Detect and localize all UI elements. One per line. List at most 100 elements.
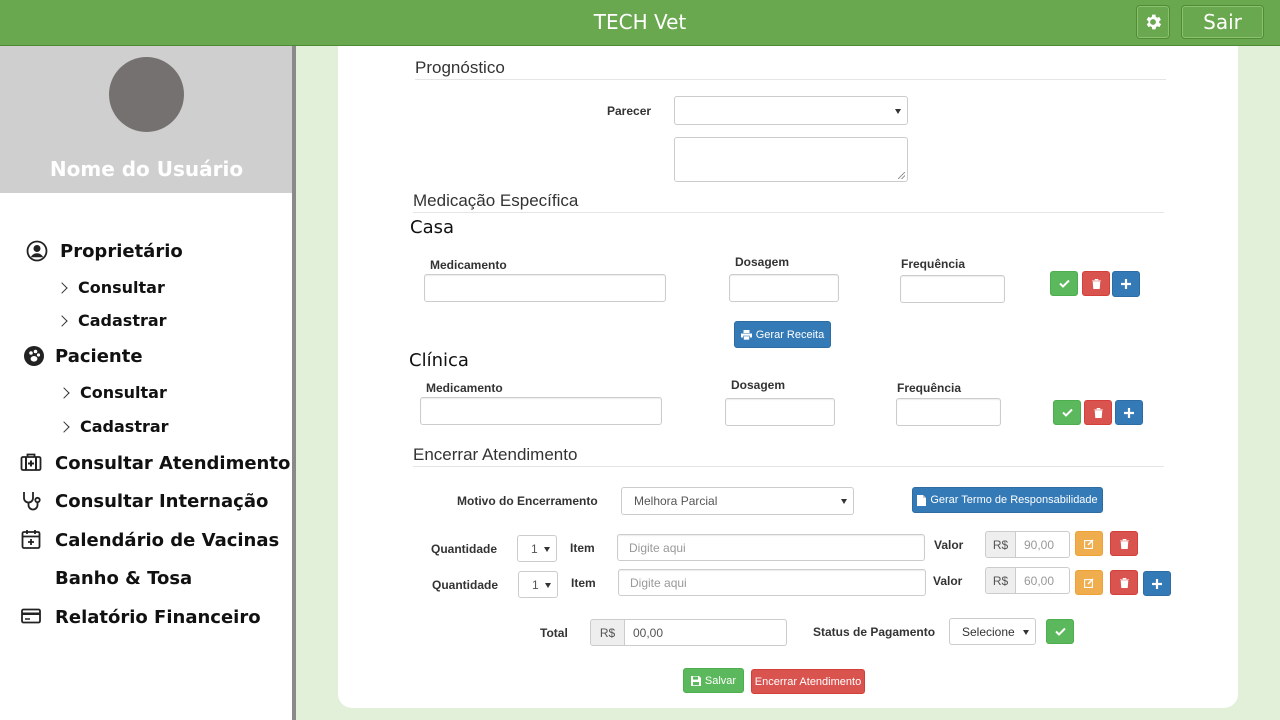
clinic-frequency-input[interactable] [896, 398, 1001, 426]
generate-prescription-button[interactable]: Gerar Receita [734, 321, 831, 348]
resize-handle-icon[interactable] [898, 172, 905, 179]
logout-button[interactable]: Sair [1181, 5, 1264, 39]
home-dosage-input[interactable] [729, 274, 839, 302]
quantity-select[interactable]: 1 [517, 535, 557, 562]
sidebar-item-vaccines[interactable]: Calendário de Vacinas [55, 530, 279, 551]
sidebar-item-label: Cadastrar [78, 311, 167, 330]
sidebar-item-financial-report[interactable]: Relatório Financeiro [55, 607, 261, 628]
clinic-dosage-label: Dosagem [731, 378, 786, 392]
sidebar-item-owner-consult[interactable]: Consultar [56, 278, 165, 297]
sidebar-item-patient[interactable]: Paciente [55, 346, 143, 367]
sidebar-item-label: Consultar [78, 278, 165, 297]
generate-term-button[interactable]: Gerar Termo de Responsabilidade [912, 487, 1103, 513]
generate-term-label: Gerar Termo de Responsabilidade [930, 494, 1098, 506]
settings-button[interactable] [1136, 5, 1170, 39]
add-item-button[interactable] [1143, 571, 1171, 596]
chevron-down-icon [841, 499, 847, 504]
sidebar-item-patient-consult[interactable]: Consultar [58, 383, 167, 402]
clinic-add-button[interactable] [1115, 400, 1143, 425]
chevron-right-icon [56, 314, 68, 327]
check-icon [1058, 279, 1070, 288]
user-circle-icon [26, 240, 48, 262]
user-name: Nome do Usuário [49, 157, 244, 181]
chevron-down-icon [545, 582, 551, 588]
clinic-medication-title: Clínica [409, 350, 469, 371]
generate-prescription-label: Gerar Receita [755, 328, 825, 341]
user-panel: Nome do Usuário [0, 46, 293, 193]
sidebar-item-owner-register[interactable]: Cadastrar [56, 311, 167, 330]
check-icon [1061, 408, 1073, 417]
clinic-medicine-label: Medicamento [426, 381, 503, 395]
trash-icon [1091, 278, 1101, 289]
home-confirm-button[interactable] [1050, 271, 1078, 296]
sidebar-item-owner[interactable]: Proprietário [60, 241, 183, 262]
item-label: Item [571, 576, 596, 590]
gear-icon [1143, 12, 1163, 32]
value-input[interactable]: 60,00 [1016, 567, 1070, 594]
value-label: Valor [933, 574, 963, 588]
medication-title: Medicação Específica [413, 191, 579, 210]
confirm-payment-button[interactable] [1046, 619, 1074, 644]
home-frequency-input[interactable] [900, 275, 1005, 303]
save-button[interactable]: Salvar [683, 668, 744, 693]
edit-item-button[interactable] [1075, 531, 1103, 556]
sidebar-item-hospitalization[interactable]: Consultar Internação [55, 491, 268, 512]
floppy-disk-icon [690, 675, 701, 686]
total-label: Total [540, 626, 568, 640]
chevron-right-icon [58, 420, 70, 433]
payment-status-label: Status de Pagamento [813, 625, 936, 639]
closing-reason-select[interactable]: Melhora Parcial [621, 487, 854, 515]
check-icon [1054, 627, 1066, 636]
sidebar-item-grooming[interactable]: Banho & Tosa [55, 568, 192, 589]
credit-card-icon [20, 605, 42, 627]
sidebar: Nome do Usuário Proprietário Consultar C… [0, 46, 293, 720]
trash-icon [1093, 407, 1103, 418]
divider [413, 212, 1164, 213]
delete-item-button[interactable] [1110, 531, 1138, 556]
payment-status-select[interactable]: Selecione [949, 618, 1036, 645]
opinion-notes-textarea[interactable] [674, 137, 908, 182]
edit-icon [1084, 538, 1094, 549]
close-appointment-button[interactable]: Encerrar Atendimento [751, 669, 865, 694]
home-medicine-label: Medicamento [430, 258, 507, 272]
currency-addon: R$ [985, 567, 1016, 594]
sidebar-item-appointments[interactable]: Consultar Atendimento [55, 453, 290, 474]
item-input[interactable]: Digite aqui [617, 534, 925, 561]
delete-item-button[interactable] [1110, 570, 1138, 595]
home-medication-title: Casa [410, 217, 455, 238]
clinic-delete-button[interactable] [1084, 400, 1112, 425]
paw-icon [23, 345, 45, 367]
home-medicine-input[interactable] [424, 274, 666, 302]
sidebar-item-label: Consultar [80, 383, 167, 402]
chevron-down-icon [544, 546, 550, 552]
clinic-confirm-button[interactable] [1053, 400, 1081, 425]
plus-icon [1121, 279, 1131, 289]
trash-icon [1119, 577, 1129, 588]
calendar-plus-icon [20, 528, 42, 550]
quantity-select[interactable]: 1 [518, 571, 558, 598]
item-label: Item [570, 541, 595, 555]
plus-icon [1124, 407, 1134, 418]
currency-addon: R$ [985, 531, 1016, 558]
quantity-label: Quantidade [432, 578, 499, 592]
edit-icon [1084, 577, 1094, 588]
quantity-label: Quantidade [431, 542, 498, 556]
print-icon [740, 329, 752, 340]
prognosis-title: Prognóstico [415, 58, 505, 77]
home-delete-button[interactable] [1082, 271, 1110, 296]
value-input[interactable]: 90,00 [1016, 531, 1070, 558]
home-add-button[interactable] [1112, 271, 1140, 297]
edit-item-button[interactable] [1075, 570, 1103, 595]
chevron-down-icon [895, 108, 901, 114]
total-input[interactable]: 00,00 [625, 619, 787, 646]
clinic-medicine-input[interactable] [420, 397, 662, 425]
clinic-dosage-input[interactable] [725, 398, 835, 426]
value-label: Valor [934, 538, 964, 552]
clinic-frequency-label: Frequência [897, 381, 962, 395]
sidebar-item-patient-register[interactable]: Cadastrar [58, 417, 169, 436]
stethoscope-icon [20, 490, 42, 512]
opinion-select[interactable] [674, 96, 908, 125]
closing-reason-value: Melhora Parcial [634, 494, 718, 508]
quantity-value: 1 [532, 577, 539, 592]
item-input[interactable]: Digite aqui [618, 569, 926, 596]
